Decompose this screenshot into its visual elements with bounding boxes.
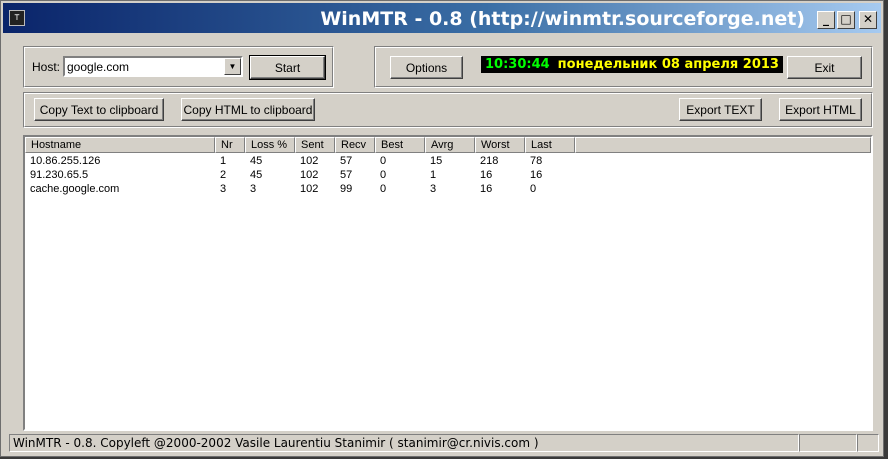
column-header-best[interactable]: Best bbox=[375, 137, 425, 153]
table-cell: 91.230.65.5 bbox=[30, 169, 89, 181]
chevron-down-icon[interactable]: ▼ bbox=[224, 58, 241, 75]
table-cell: 78 bbox=[530, 155, 543, 167]
status-panel-2 bbox=[799, 434, 857, 452]
table-cell: 2 bbox=[220, 169, 227, 181]
table-row[interactable]: 10.86.255.126 1 45 102 57 0 15 218 78 bbox=[25, 154, 575, 168]
clock-time: 10:30:44 bbox=[485, 57, 550, 72]
table-cell: 3 bbox=[220, 183, 227, 195]
minimize-button[interactable]: _ bbox=[817, 11, 835, 29]
maximize-button[interactable]: □ bbox=[837, 11, 855, 29]
column-header-avrg[interactable]: Avrg bbox=[425, 137, 475, 153]
table-cell: 16 bbox=[480, 169, 493, 181]
table-cell: 102 bbox=[300, 183, 319, 195]
app-icon[interactable]: ⊤ bbox=[9, 10, 25, 26]
table-cell: 3 bbox=[250, 183, 257, 195]
status-bar: WinMTR - 0.8. Copyleft @2000-2002 Vasile… bbox=[9, 434, 879, 452]
column-header-worst[interactable]: Worst bbox=[475, 137, 525, 153]
start-button[interactable]: Start bbox=[249, 55, 326, 80]
size-grip[interactable] bbox=[857, 434, 879, 452]
copy-text-button[interactable]: Copy Text to clipboard bbox=[34, 98, 164, 121]
exit-button[interactable]: Exit bbox=[787, 56, 862, 79]
status-text: WinMTR - 0.8. Copyleft @2000-2002 Vasile… bbox=[9, 434, 799, 452]
table-cell: 1 bbox=[220, 155, 227, 167]
table-cell: 10.86.255.126 bbox=[30, 155, 101, 167]
host-label: Host: bbox=[32, 60, 61, 74]
column-header-recv[interactable]: Recv bbox=[335, 137, 375, 153]
table-cell: 0 bbox=[380, 155, 387, 167]
table-row[interactable]: cache.google.com 3 3 102 99 0 3 16 0 bbox=[25, 182, 575, 196]
table-cell: 0 bbox=[380, 169, 387, 181]
results-table[interactable]: Hostname Nr Loss % Sent Recv Best Avrg Worst Las… bbox=[23, 135, 873, 431]
table-cell: 1 bbox=[430, 169, 437, 181]
host-combo[interactable]: google.com ▼ bbox=[63, 56, 243, 77]
table-header: Hostname Nr Loss % Sent Recv Best Avrg Worst Las… bbox=[25, 137, 871, 153]
column-header-filler bbox=[575, 137, 871, 153]
table-cell: 0 bbox=[380, 183, 387, 195]
column-header-hostname[interactable]: Hostname bbox=[25, 137, 215, 153]
host-value: google.com bbox=[67, 60, 130, 74]
table-cell: 16 bbox=[480, 183, 493, 195]
table-cell: 15 bbox=[430, 155, 443, 167]
column-header-loss[interactable]: Loss % bbox=[245, 137, 295, 153]
table-cell: cache.google.com bbox=[30, 183, 120, 195]
table-cell: 45 bbox=[250, 169, 263, 181]
column-header-last[interactable]: Last bbox=[525, 137, 575, 153]
column-header-sent[interactable]: Sent bbox=[295, 137, 335, 153]
close-button[interactable]: ✕ bbox=[859, 11, 877, 29]
table-row[interactable]: 91.230.65.5 2 45 102 57 0 1 16 16 bbox=[25, 168, 575, 182]
table-cell: 16 bbox=[530, 169, 543, 181]
clock-date: понедельник 08 апреля 2013 bbox=[557, 57, 779, 72]
title-bar[interactable]: ⊤ WinMTR - 0.8 (http://winmtr.sourceforg… bbox=[3, 3, 881, 33]
window-title: WinMTR - 0.8 (http://winmtr.sourceforge.… bbox=[320, 8, 805, 30]
table-cell: 99 bbox=[340, 183, 353, 195]
table-cell: 57 bbox=[340, 155, 353, 167]
table-cell: 102 bbox=[300, 169, 319, 181]
options-button[interactable]: Options bbox=[390, 56, 463, 79]
table-cell: 102 bbox=[300, 155, 319, 167]
winmtr-window: ⊤ WinMTR - 0.8 (http://winmtr.sourceforg… bbox=[0, 0, 884, 457]
table-cell: 57 bbox=[340, 169, 353, 181]
column-header-nr[interactable]: Nr bbox=[215, 137, 245, 153]
table-cell: 3 bbox=[430, 183, 437, 195]
export-html-button[interactable]: Export HTML bbox=[779, 98, 862, 121]
table-cell: 218 bbox=[480, 155, 499, 167]
copy-html-button[interactable]: Copy HTML to clipboard bbox=[181, 98, 315, 121]
clock-display: 10:30:44 понедельник 08 апреля 2013 bbox=[481, 56, 783, 73]
table-cell: 45 bbox=[250, 155, 263, 167]
table-cell: 0 bbox=[530, 183, 537, 195]
export-text-button[interactable]: Export TEXT bbox=[679, 98, 762, 121]
